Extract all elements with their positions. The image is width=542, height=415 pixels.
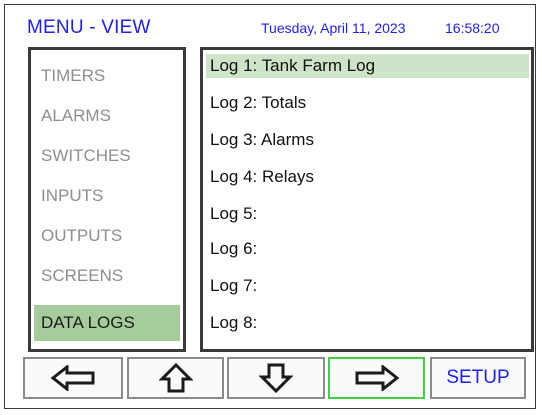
hmi-screen: MENU - VIEW Tuesday, April 11, 2023 16:5…: [4, 4, 536, 409]
menu-item-screens[interactable]: SCREENS: [41, 258, 123, 294]
arrow-right-icon: [355, 365, 399, 391]
setup-button[interactable]: SETUP: [430, 357, 526, 399]
page-title: MENU - VIEW: [27, 17, 151, 38]
log-item-8[interactable]: Log 8:: [206, 311, 257, 335]
menu-item-outputs[interactable]: OUTPUTS: [41, 218, 122, 254]
log-item-5[interactable]: Log 5:: [206, 202, 257, 226]
arrow-down-icon: [259, 363, 293, 393]
down-button[interactable]: [227, 357, 325, 399]
menu-item-timers[interactable]: TIMERS: [41, 58, 105, 94]
log-item-7[interactable]: Log 7:: [206, 274, 257, 298]
log-list: Log 1: Tank Farm Log Log 2: Totals Log 3…: [200, 47, 534, 352]
arrow-up-icon: [158, 363, 193, 393]
log-item-6[interactable]: Log 6:: [206, 237, 257, 261]
date-display: Tuesday, April 11, 2023: [261, 20, 406, 36]
log-item-4[interactable]: Log 4: Relays: [206, 165, 314, 189]
menu-item-switches[interactable]: SWITCHES: [41, 138, 131, 174]
menu-item-data-logs[interactable]: DATA LOGS: [34, 305, 180, 341]
category-menu: TIMERS ALARMS SWITCHES INPUTS OUTPUTS SC…: [28, 47, 186, 352]
time-display: 16:58:20: [445, 20, 500, 36]
log-item-2[interactable]: Log 2: Totals: [206, 91, 306, 115]
log-item-3[interactable]: Log 3: Alarms: [206, 128, 314, 152]
left-button[interactable]: [23, 357, 123, 399]
log-item-1[interactable]: Log 1: Tank Farm Log: [206, 54, 529, 78]
right-button[interactable]: [328, 357, 425, 399]
up-button[interactable]: [127, 357, 224, 399]
menu-item-inputs[interactable]: INPUTS: [41, 178, 103, 214]
arrow-left-icon: [50, 365, 95, 391]
menu-item-alarms[interactable]: ALARMS: [41, 98, 111, 134]
